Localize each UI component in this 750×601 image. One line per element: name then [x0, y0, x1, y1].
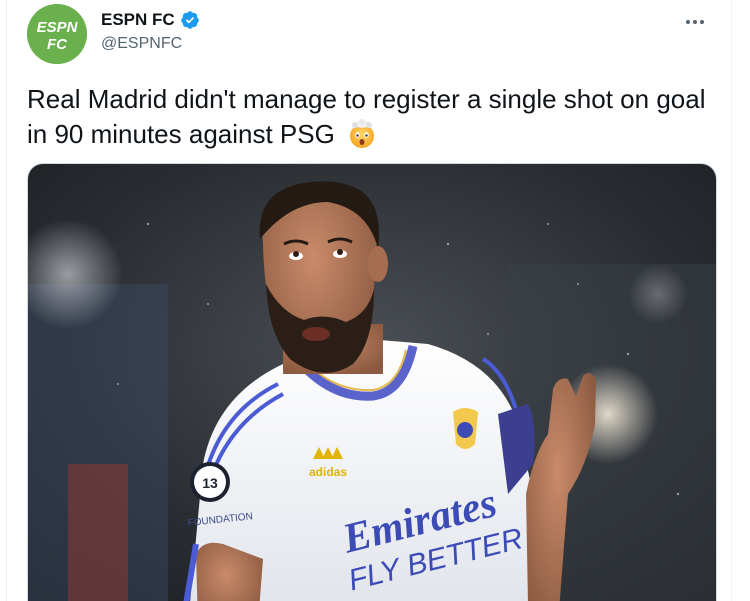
more-icon	[686, 20, 704, 24]
author-name-row[interactable]: ESPN FC	[101, 10, 200, 30]
verified-badge-icon	[180, 10, 200, 30]
more-options-button[interactable]	[681, 8, 709, 36]
svg-text:13: 13	[202, 475, 218, 491]
exploding-head-emoji-icon	[346, 117, 378, 149]
tweet-card[interactable]: ESPN FC ESPN FC @ESPNFC Real Madrid didn…	[6, 0, 732, 601]
espn-fc-logo: ESPN FC	[27, 4, 87, 64]
player-photo-image: 13 FOUNDATION adidas Emirates FLY BETTER	[28, 164, 716, 601]
avatar-text-top: ESPN	[37, 19, 79, 36]
tweet-text: Real Madrid didn't manage to register a …	[27, 82, 717, 152]
author-handle[interactable]: @ESPNFC	[101, 35, 182, 53]
ucl-badge-icon: 13	[190, 462, 230, 502]
avatar[interactable]: ESPN FC	[27, 4, 87, 64]
tweet-photo[interactable]: 13 FOUNDATION adidas Emirates FLY BETTER	[27, 163, 717, 601]
crest-icon	[453, 408, 478, 449]
avatar-text-bottom: FC	[47, 36, 68, 53]
kit-brand-logo: adidas	[309, 465, 347, 479]
display-name[interactable]: ESPN FC	[101, 10, 175, 30]
